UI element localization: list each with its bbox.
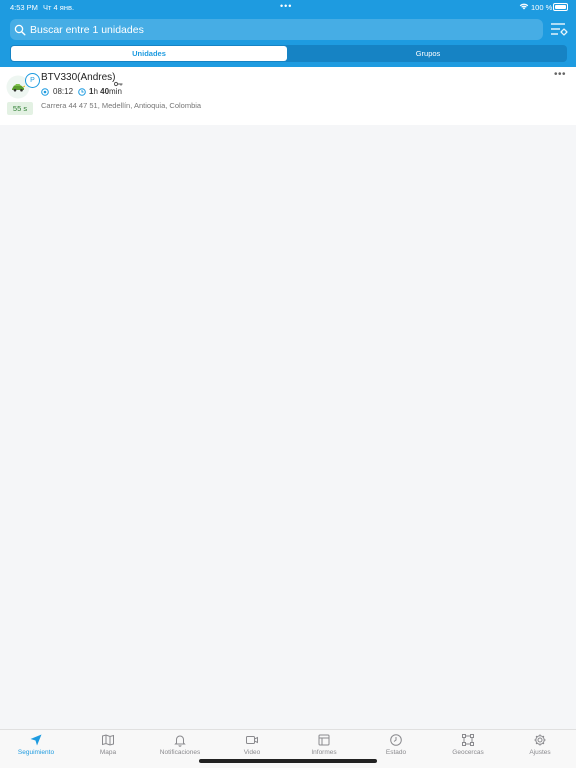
last-update-badge: 55 s [7, 102, 33, 115]
unit-address: Carrera 44 47 51, Medellín, Antioquia, C… [41, 101, 202, 110]
tab-informes[interactable]: Informes [288, 733, 360, 761]
clock-icon [390, 734, 402, 746]
top-bar: 4:53 PM Чт 4 янв. ••• 100 % Unidades Gru… [0, 0, 576, 67]
location-time-icon [41, 88, 49, 98]
search-input[interactable] [30, 21, 530, 38]
tab-seguimiento[interactable]: Seguimiento [0, 733, 72, 761]
status-bar: 4:53 PM Чт 4 янв. ••• 100 % [0, 0, 576, 14]
tab-estado[interactable]: Estado [360, 733, 432, 761]
segmented-control: Unidades Grupos [10, 45, 567, 62]
map-icon [102, 734, 114, 746]
tab-mapa[interactable]: Mapa [72, 733, 144, 761]
gear-icon [534, 734, 546, 746]
tab-geocercas[interactable]: Geocercas [432, 733, 504, 761]
bell-icon [174, 735, 186, 747]
tab-notificaciones[interactable]: Notificaciones [144, 733, 216, 761]
tab-ajustes[interactable]: Ajustes [504, 733, 576, 761]
filter-settings-icon [551, 23, 568, 36]
filter-settings-button[interactable] [549, 20, 571, 40]
unit-name: BTV330(Andres) [41, 72, 116, 83]
battery-icon [553, 3, 568, 11]
last-message-time: 08:12 [53, 87, 74, 96]
parked-status-badge: P [25, 73, 40, 88]
unit-list-item[interactable]: P 55 s BTV330(Andres) ••• 08:12 1h 40min… [0, 67, 576, 125]
home-indicator[interactable] [199, 759, 377, 763]
geofence-icon [462, 734, 474, 746]
wifi-icon [519, 2, 529, 12]
multitask-dots[interactable]: ••• [280, 1, 292, 11]
parking-duration: 1h 40min [89, 87, 122, 96]
tab-units[interactable]: Unidades [11, 46, 287, 61]
search-bar[interactable] [10, 19, 543, 40]
unit-menu-button[interactable]: ••• [554, 69, 566, 80]
duration-clock-icon [78, 88, 86, 98]
navigation-arrow-icon [30, 734, 42, 746]
search-icon [14, 23, 26, 41]
tab-groups[interactable]: Grupos [290, 46, 566, 61]
report-icon [318, 734, 330, 746]
status-date: Чт 4 янв. [43, 3, 75, 12]
battery-percent: 100 % [531, 3, 553, 12]
status-time: 4:53 PM [10, 3, 38, 12]
video-icon [246, 736, 258, 744]
tab-video[interactable]: Video [216, 733, 288, 761]
